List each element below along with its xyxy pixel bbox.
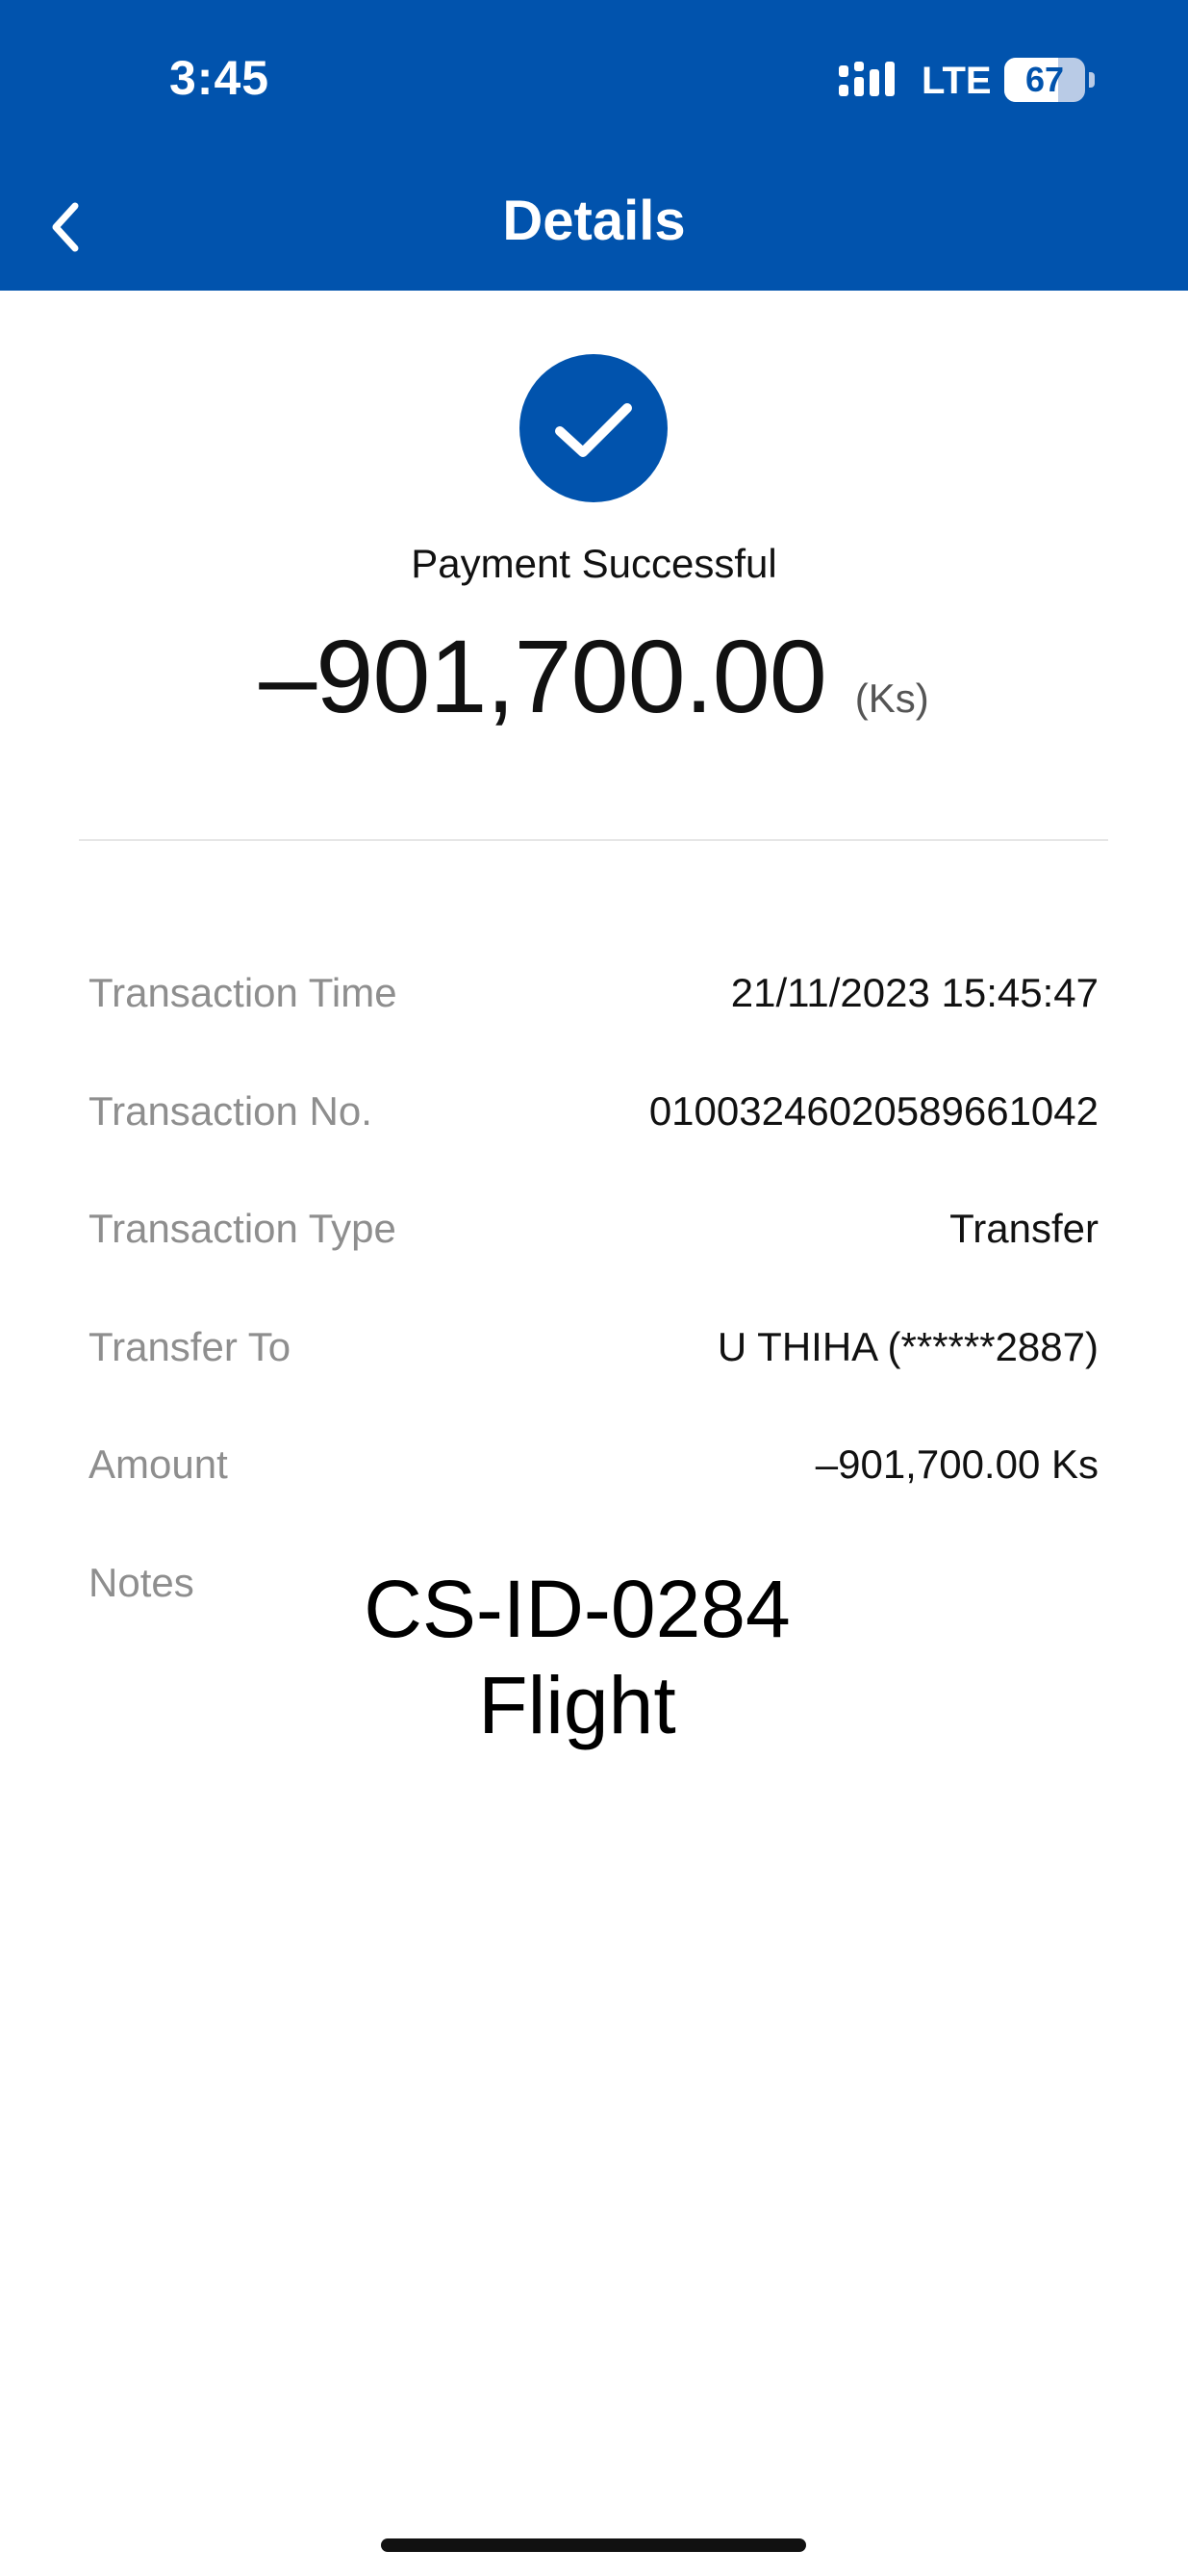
signal-strength-icon [839,62,895,96]
check-circle-icon [519,354,668,502]
app-header: 3:45 LTE 67 Details [0,0,1188,291]
battery-cap [1089,72,1095,88]
amount-value: –901,700.00 [259,618,827,734]
divider [79,839,1108,841]
transaction-no-label: Transaction No. [88,1088,372,1134]
notes-label: Notes [88,1560,194,1605]
amount-summary: –901,700.00 (Ks) [0,616,1188,736]
network-type: LTE [922,60,992,102]
transaction-type-value: Transfer [949,1206,1099,1251]
status-time: 3:45 [169,51,270,105]
battery-icon: 67 [1004,58,1095,102]
notes-line-2: Flight [478,1660,676,1750]
checkmark-icon [555,403,632,457]
home-indicator[interactable] [381,2538,806,2552]
transaction-time-label: Transaction Time [88,970,397,1015]
notes-line-1: CS-ID-0284 [364,1564,791,1654]
notes-value: CS-ID-0284 Flight [289,1561,866,1753]
payment-status: Payment Successful [411,541,777,586]
transfer-to-label: Transfer To [88,1324,291,1369]
transfer-to-value: U THIHA (******2887) [717,1324,1099,1369]
amount-detail-value: –901,700.00 Ks [815,1441,1099,1487]
amount-unit: (Ks) [854,676,929,721]
amount-label: Amount [88,1441,228,1487]
transaction-time-value: 21/11/2023 15:45:47 [730,970,1099,1015]
page-title: Details [502,190,686,252]
transaction-no-value: 01003246020589661042 [648,1088,1099,1134]
transaction-type-label: Transaction Type [88,1206,396,1251]
battery-level: 67 [1024,60,1065,99]
